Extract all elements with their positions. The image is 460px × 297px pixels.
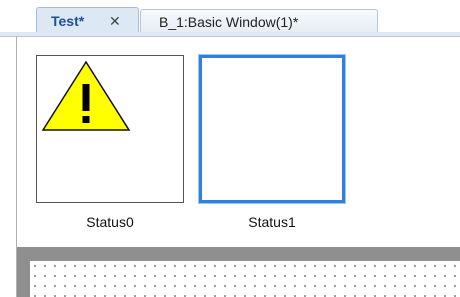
status1-caption: Status1 <box>248 214 296 230</box>
tab-test-label: Test* <box>51 13 85 29</box>
warning-triangle-icon <box>41 60 131 131</box>
dotted-grid-canvas[interactable] <box>30 261 460 297</box>
status1-item[interactable] <box>199 55 345 203</box>
tab-strip-underline <box>0 32 460 37</box>
warning-exclamation-bar <box>82 84 90 111</box>
status0-caption: Status0 <box>86 214 134 230</box>
tab-basic-window[interactable]: B_1:Basic Window(1)* <box>140 9 378 34</box>
status0-item[interactable] <box>36 55 184 203</box>
warning-exclamation-dot <box>82 116 90 123</box>
tab-strip: Test* ✕ B_1:Basic Window(1)* <box>0 0 460 37</box>
close-tab-icon[interactable]: ✕ <box>109 11 121 31</box>
tab-basic-window-label: B_1:Basic Window(1)* <box>159 14 299 30</box>
